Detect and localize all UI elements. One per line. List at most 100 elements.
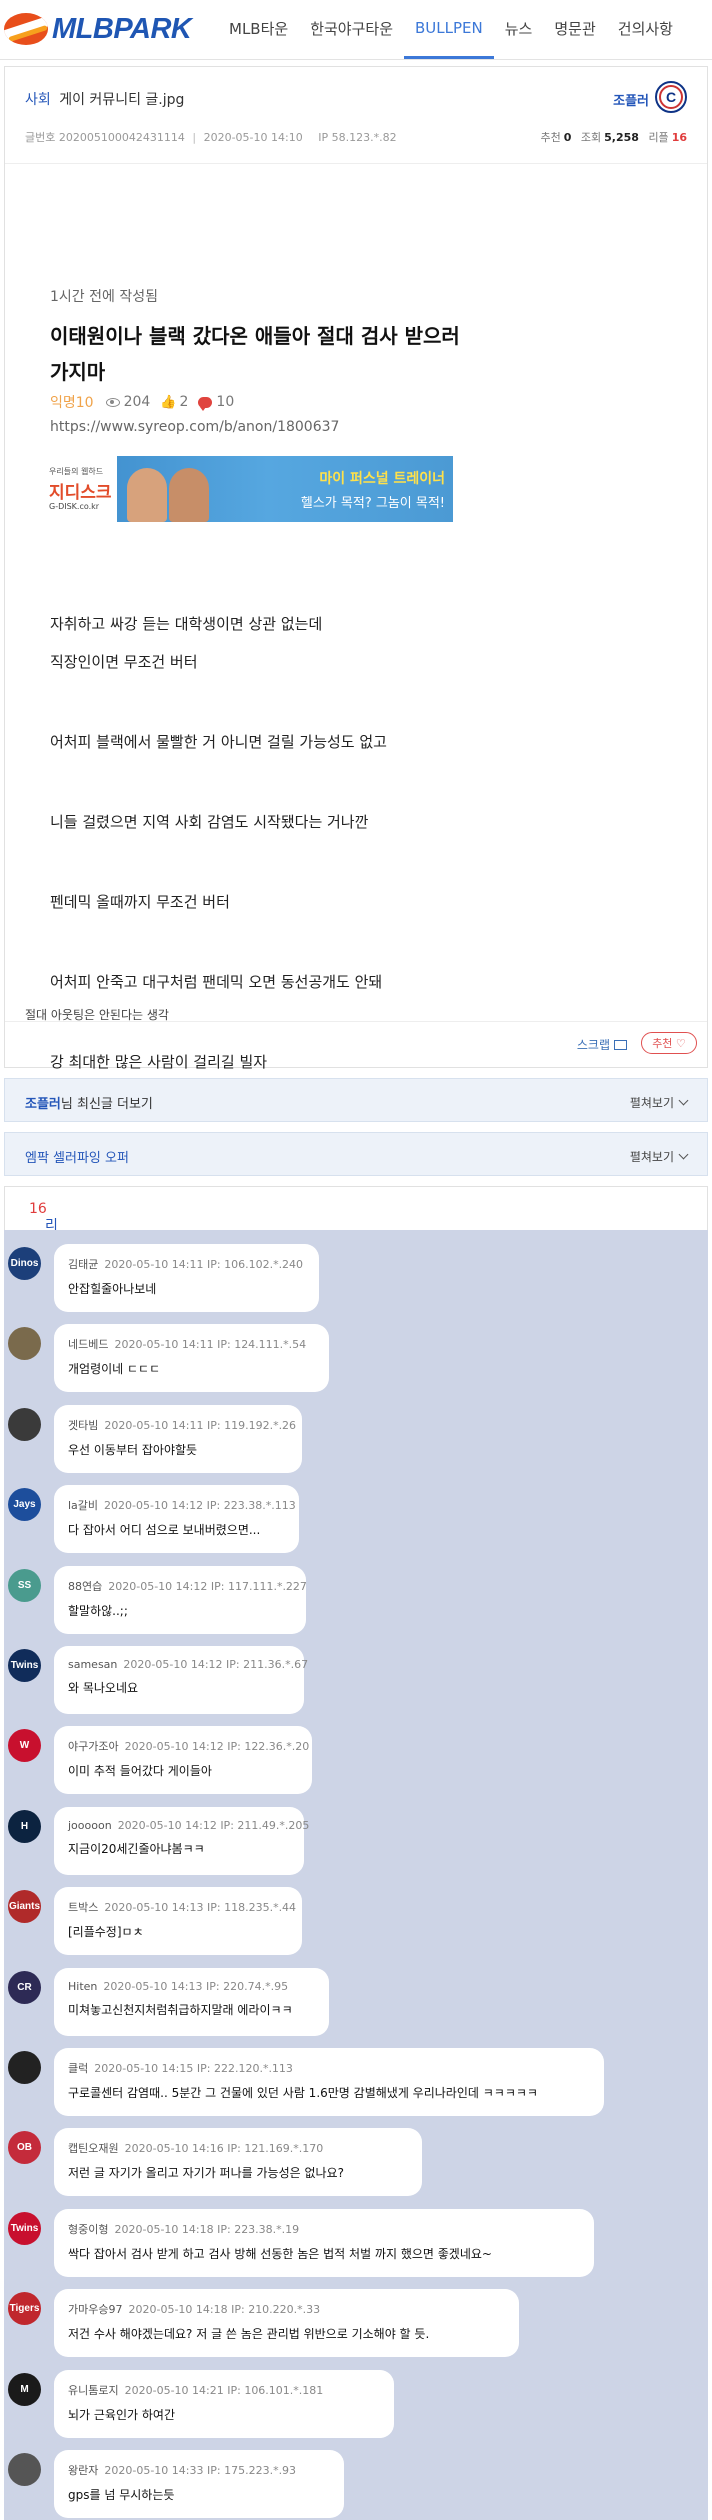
comment-meta: samesan 2020-05-10 14:12 IP: 211.36.*.67 — [68, 1658, 308, 1671]
expand-button[interactable]: 펼쳐보기 — [630, 1094, 689, 1111]
comment-author[interactable]: 캡틴오재원 — [68, 2142, 119, 2155]
nav-news[interactable]: 뉴스 — [494, 0, 544, 59]
comment-author[interactable]: jooooon — [68, 1819, 112, 1832]
comment-ip: IP: 223.38.*.113 — [206, 1499, 296, 1513]
comment-bubble: 유니톰로지 2020-05-10 14:21 IP: 106.101.*.181 뇌… — [54, 2369, 394, 2438]
comment-bubble: 클럭 2020-05-10 14:15 IP: 222.120.*.113 구로콜센… — [54, 2048, 604, 2116]
avatar[interactable] — [8, 2051, 41, 2084]
comment-author[interactable]: 겟타빔 — [68, 1419, 98, 1432]
chevron-down-icon — [678, 1149, 689, 1160]
chevron-down-icon — [678, 1095, 689, 1106]
post-ip-label: IP — [318, 131, 329, 144]
comment-author[interactable]: 왕란자 — [68, 2464, 98, 2477]
avatar[interactable]: SS — [8, 1568, 41, 1602]
view-count: 5,258 — [604, 131, 639, 144]
comment-ip: IP: 220.74.*.95 — [206, 1979, 289, 1993]
comment-author[interactable]: 유니톰로지 — [68, 2384, 119, 2397]
comment-bubble: jooooon 2020-05-10 14:12 IP: 211.49.*.205… — [54, 1806, 309, 1875]
comment-meta: 캡틴오재원 2020-05-10 14:16 IP: 121.169.*.170 — [68, 2140, 408, 2156]
comment-ip: IP: 222.120.*.113 — [196, 2062, 293, 2075]
comment-text: 저런 글 자기가 올리고 자기가 퍼나를 가능성은 없나요? — [68, 2166, 344, 2181]
avatar[interactable]: H — [8, 1809, 41, 1843]
post-title: 사회 게이 커뮤니티 글.jpg — [25, 89, 184, 109]
post-stats: 추천 0 조회 5,258 리플 16 — [540, 131, 687, 144]
post-header: 사회 게이 커뮤니티 글.jpg 글번호 202005100042431114 … — [5, 67, 707, 163]
mlbpark-logo[interactable]: MLBPARK — [4, 12, 192, 46]
comment-author[interactable]: 트박스 — [68, 1901, 98, 1914]
avatar[interactable] — [8, 1407, 41, 1441]
article-line: 직장인이면 무조건 버터 — [50, 653, 198, 671]
post-number-label: 글번호 — [25, 131, 56, 144]
author-more-posts-bar[interactable]: 조플러님 최신글 더보기 펼쳐보기 — [4, 1078, 708, 1122]
recommend-button[interactable]: 추천 ♡ — [641, 1032, 697, 1054]
comment-text: gps를 넘 무시하는듯 — [68, 2488, 175, 2502]
comment-ip: IP: 119.192.*.26 — [207, 1418, 297, 1432]
comment-ip: IP: 106.102.*.240 — [207, 1258, 304, 1271]
post-category[interactable]: 사회 — [25, 92, 51, 108]
reply-count: 16 — [671, 131, 687, 144]
comment-ip: IP: 106.101.*.181 — [227, 2383, 324, 2397]
comment-meta: la갈비 2020-05-10 14:12 IP: 223.38.*.113 — [68, 1497, 296, 1513]
team-emblem-icon: C — [655, 81, 687, 113]
comment-date: 2020-05-10 14:15 — [94, 2062, 197, 2075]
ad-banner[interactable]: 우리들의 웹하드 지디스크 G-DISK.co.kr 마이 퍼스널 트레이너 헬… — [43, 456, 453, 522]
avatar[interactable]: CR — [8, 1970, 41, 2004]
article-line: 니들 걸렸으면 지역 사회 감염도 시작됐다는 거나깐 — [50, 813, 369, 831]
avatar[interactable]: W — [8, 1729, 41, 1763]
avatar[interactable]: Dinos — [8, 1247, 41, 1280]
comment-ip: IP: 122.36.*.20 — [227, 1740, 310, 1754]
comment-author[interactable]: 네드베드 — [68, 1338, 108, 1351]
comment-text: 다 잡아서 어디 섬으로 보내버렸으면... — [68, 1523, 261, 1538]
avatar[interactable]: Twins — [8, 2211, 41, 2245]
comment-bubble: 캡틴오재원 2020-05-10 14:16 IP: 121.169.*.170 저… — [54, 2128, 422, 2197]
avatar[interactable]: Twins — [8, 1649, 41, 1682]
nav-hall-of-fame[interactable]: 명문관 — [543, 0, 606, 59]
comment-bubble: 88연습 2020-05-10 14:12 IP: 117.111.*.227 할말… — [54, 1565, 307, 1634]
comment-date: 2020-05-10 14:18 — [114, 2222, 218, 2236]
comment-meta: 왕란자 2020-05-10 14:33 IP: 175.223.*.93 — [68, 2462, 330, 2478]
avatar[interactable]: OB — [8, 2131, 41, 2165]
comment-author[interactable]: 야구가조아 — [68, 1740, 119, 1753]
avatar[interactable] — [8, 1327, 41, 1361]
avatar[interactable]: Tigers — [8, 2292, 41, 2326]
nav-mlb-town[interactable]: MLB타운 — [218, 0, 299, 59]
article-line: 어처피 안죽고 대구처럼 팬데믹 오면 동선공개도 안돼 — [50, 973, 383, 991]
article-title: 이태원이나 블랙 갔다온 애들아 절대 검사 받으러 가지마 — [50, 324, 460, 384]
post-datetime: 2020-05-10 14:10 — [203, 131, 303, 144]
comment-text: 뇌가 근육인가 하여간 — [68, 2407, 175, 2422]
avatar[interactable]: Giants — [8, 1890, 41, 1924]
expand-button[interactable]: 펼쳐보기 — [630, 1148, 689, 1165]
post-body: 1시간 전에 작성됨 이태원이나 블랙 갔다온 애들아 절대 검사 받으러 가지… — [5, 163, 707, 1151]
comment-author[interactable]: la갈비 — [68, 1499, 98, 1512]
comment-meta: 트박스 2020-05-10 14:13 IP: 118.235.*.44 — [68, 1899, 296, 1915]
comment-author[interactable]: 가마우승97 — [68, 2303, 122, 2316]
nav-bullpen[interactable]: BULLPEN — [404, 0, 494, 59]
recommend-count: 0 — [563, 131, 572, 144]
comment-author[interactable]: 88연습 — [68, 1580, 102, 1593]
comment-author[interactable]: 클럭 — [68, 2062, 88, 2075]
comment-date: 2020-05-10 14:21 — [124, 2383, 228, 2397]
avatar[interactable]: Jays — [8, 1488, 41, 1522]
comment-author[interactable]: samesan — [68, 1658, 117, 1671]
article-line: 자취하고 싸강 듣는 대학생이면 상관 없는데 — [50, 615, 323, 633]
comment-ip: IP: 211.49.*.205 — [220, 1818, 310, 1832]
comment-ip: IP: 210.220.*.33 — [231, 2303, 321, 2317]
comment-author[interactable]: 형중이형 — [68, 2223, 108, 2236]
nav-suggestions[interactable]: 건의사항 — [607, 0, 684, 59]
comment-author[interactable]: 김태균 — [68, 1258, 98, 1271]
comment-meta: 88연습 2020-05-10 14:12 IP: 117.111.*.227 — [68, 1578, 307, 1594]
nav-korea-baseball-town[interactable]: 한국야구타운 — [299, 0, 404, 59]
comment-author[interactable]: Hiten — [68, 1980, 97, 1993]
avatar[interactable]: M — [8, 2372, 41, 2406]
article-line: 어처피 블랙에서 물빨한 거 아니면 걸릴 가능성도 없고 — [50, 733, 387, 751]
comment-bubble: 트박스 2020-05-10 14:13 IP: 118.235.*.44 [리플수… — [54, 1887, 302, 1956]
post-author[interactable]: 조플러 — [613, 90, 649, 109]
comment-ip: IP: 117.111.*.227 — [210, 1579, 307, 1593]
comment-date: 2020-05-10 14:11 — [104, 1418, 207, 1432]
comment-date: 2020-05-10 14:18 — [128, 2303, 232, 2317]
scrap-button[interactable]: 스크랩 — [577, 1036, 627, 1053]
sponsor-bar[interactable]: 엠팍 셀러파잉 오퍼 펼쳐보기 — [4, 1132, 708, 1176]
comment-bubble: la갈비 2020-05-10 14:12 IP: 223.38.*.113 다 잡… — [54, 1485, 299, 1554]
ad-subline: 헬스가 목적? 그놈이 목적! — [300, 496, 445, 511]
comment-ip: IP: 211.36.*.67 — [226, 1658, 309, 1671]
